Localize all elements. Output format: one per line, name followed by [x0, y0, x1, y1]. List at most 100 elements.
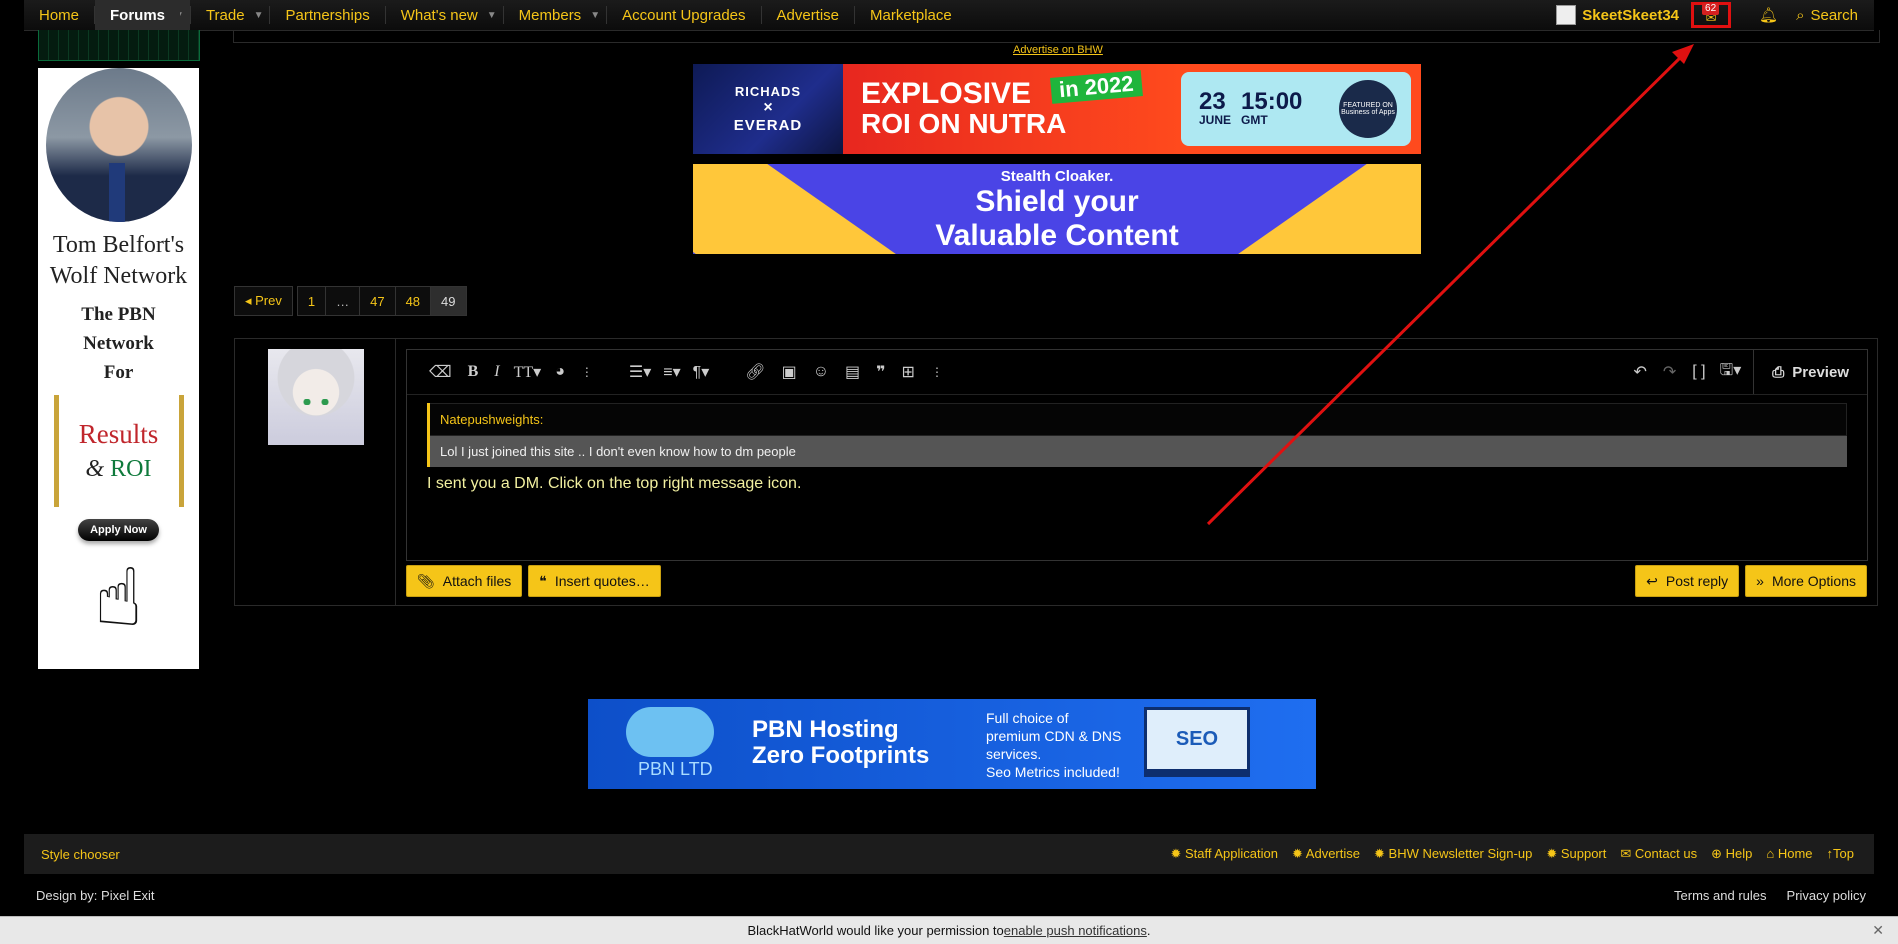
banner1-time: 15:00	[1241, 88, 1303, 115]
close-icon[interactable]: ✕	[1872, 922, 1884, 939]
ad-subtitle: The PBN Network For	[81, 300, 155, 387]
double-chevron-icon: »	[1756, 573, 1764, 589]
reply-avatar-column	[235, 339, 396, 605]
footer-contact-us[interactable]: ✉ Contact us	[1620, 846, 1697, 862]
ad-apply-button[interactable]: Apply Now	[78, 519, 159, 541]
banner-ad-richads-everad[interactable]: RICHADS × EVERAD EXPLOSIVE ROI ON NUTRA …	[693, 64, 1421, 154]
bell-icon[interactable]: 🔔︎	[1741, 6, 1796, 24]
enable-push-link[interactable]: enable push notifications	[1004, 923, 1147, 938]
drafts-icon[interactable]: 🖫︎▾	[1714, 359, 1748, 386]
page-link-47[interactable]: 47	[360, 286, 396, 316]
search-button[interactable]: ⌕ Search	[1796, 7, 1874, 24]
editor-message-text[interactable]: I sent you a DM. Click on the top right …	[407, 467, 1867, 501]
insert-quotes-button[interactable]: ❝ Insert quotes…	[528, 565, 661, 597]
footer-advertise[interactable]: ✹ Advertise	[1292, 846, 1360, 862]
footer-home[interactable]: ⌂ Home	[1766, 846, 1812, 862]
banner1-brand2: EVERAD	[733, 117, 803, 134]
reply-user-avatar[interactable]	[268, 349, 364, 445]
footer-help-label: Help	[1725, 846, 1753, 861]
paragraph-icon[interactable]: ¶▾	[687, 362, 716, 382]
nav-members[interactable]: Members	[504, 0, 597, 30]
star-icon: ✹	[1170, 846, 1182, 861]
more-insert-options-icon[interactable]: ⋮	[923, 365, 951, 379]
banner1-day-block: 23 JUNE	[1199, 88, 1231, 128]
link-icon[interactable]: 🔗︎	[737, 362, 773, 382]
italic-icon[interactable]: I	[486, 363, 507, 381]
more-text-options-icon[interactable]: ⋮	[573, 365, 601, 379]
undo-icon[interactable]: ↶	[1625, 362, 1654, 382]
inbox-button[interactable]: 62 ✉	[1691, 2, 1732, 28]
reply-editor[interactable]: ⌫ B I TT▾ ◕ ⋮ ☰▾ ≡▾ ¶▾ 🔗︎ ▣ ☺ ▤ ❞ ⊞ ⋮ ↶ …	[406, 349, 1868, 561]
sidebar-ad-top-fragment[interactable]	[38, 30, 200, 61]
quote-author[interactable]: Natepushweights:	[430, 403, 1847, 436]
post-reply-button[interactable]: ↩ Post reply	[1635, 565, 1740, 597]
footer-newsletter[interactable]: ✹ BHW Newsletter Sign-up	[1374, 846, 1532, 862]
design-credit: Design by: Pixel Exit	[36, 887, 155, 903]
advertise-on-bhw-link[interactable]: Advertise on BHW	[1013, 44, 1103, 56]
style-chooser-link[interactable]: Style chooser	[24, 847, 120, 862]
laptop-seo-icon: SEO	[1144, 707, 1250, 777]
toggle-bbcode-icon[interactable]: [ ]	[1684, 363, 1713, 381]
footer-help[interactable]: ⊕ Help	[1711, 846, 1752, 862]
media-icon[interactable]: ▤	[837, 362, 868, 382]
attach-files-button[interactable]: 📎︎ Attach files	[406, 565, 523, 597]
nav-user-area: SkeetSkeet34 62 ✉ 🔔︎ ⌕ Search	[1556, 0, 1874, 30]
sidebar-ad-wolf-network[interactable]: Tom Belfort's Wolf Network The PBN Netwo…	[38, 68, 199, 669]
editor-toolbar: ⌫ B I TT▾ ◕ ⋮ ☰▾ ≡▾ ¶▾ 🔗︎ ▣ ☺ ▤ ❞ ⊞ ⋮ ↶ …	[407, 350, 1867, 395]
nav-account-upgrades[interactable]: Account Upgrades	[607, 0, 760, 30]
annotation-arrow-head	[1672, 44, 1694, 64]
banner1-headline: EXPLOSIVE ROI ON NUTRA in 2022	[843, 64, 1181, 154]
nav-advertise[interactable]: Advertise	[762, 0, 855, 30]
banner-ad-pbn-hosting[interactable]: PBN LTD PBN Hosting Zero Footprints Full…	[588, 699, 1316, 789]
page-link-1[interactable]: 1	[296, 286, 327, 316]
image-icon[interactable]: ▣	[774, 362, 805, 382]
user-avatar[interactable]	[1556, 5, 1577, 25]
page-link-49-current[interactable]: 49	[431, 286, 467, 316]
ad-name-line2: Wolf Network	[49, 263, 188, 289]
preview-button[interactable]: ⎙ Preview	[1753, 350, 1867, 394]
list-icon[interactable]: ☰▾	[623, 362, 657, 382]
footer-staff-application-label: Staff Application	[1184, 846, 1278, 861]
footer-support[interactable]: ✹ Support	[1546, 846, 1606, 862]
footer-advertise-label: Advertise	[1305, 846, 1360, 861]
more-options-button[interactable]: » More Options	[1745, 565, 1867, 597]
help-icon: ⊕	[1711, 846, 1722, 861]
star-icon: ✹	[1374, 846, 1385, 861]
nav-forums[interactable]: Forums	[95, 0, 181, 30]
nav-trade[interactable]: Trade	[191, 0, 260, 30]
pagination-prev[interactable]: ◂ Prev	[234, 286, 293, 316]
search-label: Search	[1810, 6, 1858, 24]
reply-right-buttons: ↩ Post reply » More Options	[1635, 565, 1867, 597]
banner1-day: 23	[1199, 88, 1226, 115]
footer-contact-us-label: Contact us	[1634, 846, 1698, 861]
table-icon[interactable]: ⊞	[894, 362, 923, 382]
smiley-icon[interactable]: ☺	[805, 363, 837, 381]
quote-icon[interactable]: ❞	[868, 362, 893, 382]
banner1-tz: GMT	[1241, 113, 1268, 127]
push-notification-prompt: BlackHatWorld would like your permission…	[0, 916, 1898, 944]
privacy-policy-link[interactable]: Privacy policy	[1787, 888, 1866, 903]
page-jump-ellipsis[interactable]: …	[326, 286, 361, 316]
footer-staff-application[interactable]: ✹ Staff Application	[1170, 846, 1278, 862]
color-palette-icon[interactable]: ◕	[547, 363, 573, 381]
nav-marketplace[interactable]: Marketplace	[855, 0, 967, 30]
star-icon: ✹	[1291, 846, 1303, 861]
banner1-brand1: RICHADS	[734, 84, 802, 99]
bold-icon[interactable]: B	[460, 363, 487, 381]
font-size-icon[interactable]: TT▾	[508, 362, 548, 382]
search-icon: ⌕	[1796, 6, 1805, 24]
redo-icon[interactable]: ↷	[1655, 362, 1684, 382]
align-icon[interactable]: ≡▾	[657, 362, 686, 382]
nav-home[interactable]: Home	[24, 0, 94, 30]
quick-reply-block: ⌫ B I TT▾ ◕ ⋮ ☰▾ ≡▾ ¶▾ 🔗︎ ▣ ☺ ▤ ❞ ⊞ ⋮ ↶ …	[234, 338, 1878, 606]
clear-formatting-icon[interactable]: ⌫	[421, 362, 460, 382]
banner-ad-stealth-cloaker[interactable]: Stealth Cloaker. Shield your Valuable Co…	[693, 164, 1421, 254]
ad-sub-line1: The PBN	[81, 304, 156, 325]
nav-partnerships[interactable]: Partnerships	[270, 0, 384, 30]
footer-top[interactable]: ↑Top	[1827, 846, 1854, 862]
footer-nav: ✹ Staff Application ✹ Advertise ✹ BHW Ne…	[1170, 846, 1874, 862]
nav-whats-new[interactable]: What's new	[386, 0, 493, 30]
terms-and-rules-link[interactable]: Terms and rules	[1674, 888, 1766, 903]
page-link-48[interactable]: 48	[395, 286, 432, 316]
user-name-link[interactable]: SkeetSkeet34	[1582, 7, 1691, 24]
